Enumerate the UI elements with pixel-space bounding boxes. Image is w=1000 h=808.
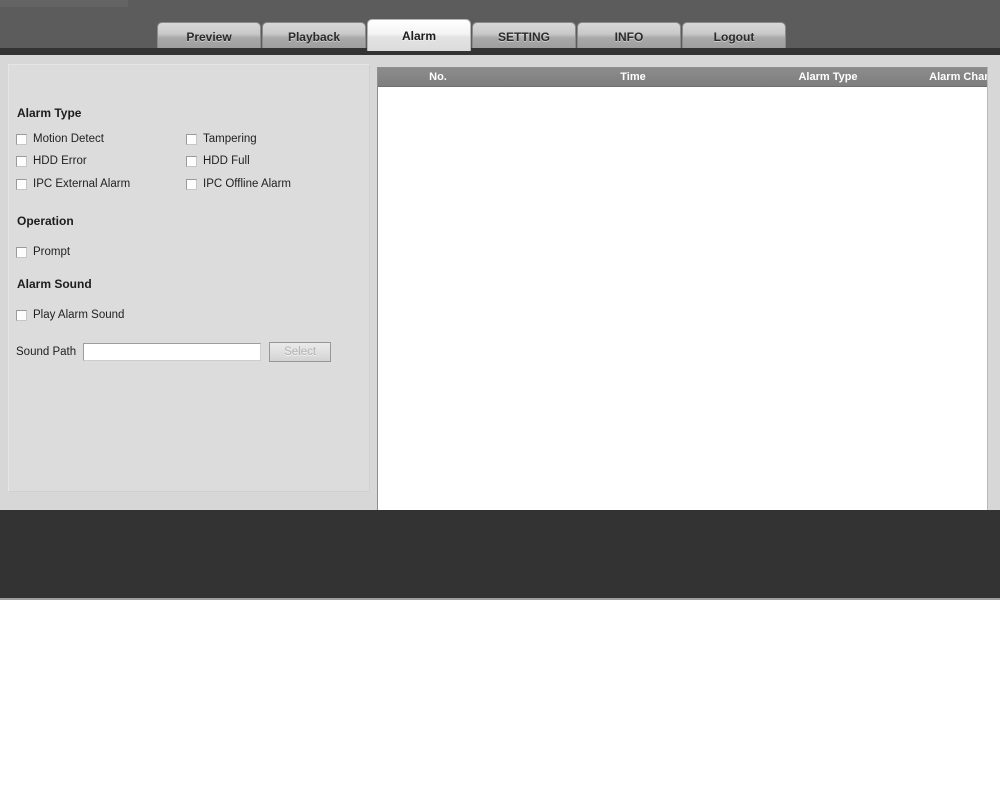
checkbox-label-hdd-full: HDD Full xyxy=(203,155,250,167)
checkbox-label-prompt: Prompt xyxy=(33,246,71,258)
alarm-list-body[interactable] xyxy=(378,87,987,533)
column-header-no: No. xyxy=(429,71,447,83)
tab-alarm-label: Alarm xyxy=(401,28,436,43)
tab-playback[interactable]: Playback xyxy=(262,22,366,50)
section-title-operation: Operation xyxy=(17,214,74,228)
checkbox-label-hdd-error: HDD Error xyxy=(33,155,87,167)
checkbox-tampering[interactable] xyxy=(186,133,197,145)
checkbox-label-ipc-external-alarm: IPC External Alarm xyxy=(33,178,131,190)
tab-preview[interactable]: Preview xyxy=(157,22,261,50)
checkbox-motion-detect[interactable] xyxy=(16,133,27,145)
footer-area xyxy=(0,510,1000,598)
checkbox-hdd-full[interactable] xyxy=(186,155,197,167)
alarm-settings-panel: Alarm Type Motion Detect Tampering HDD E… xyxy=(8,64,370,492)
sound-path-input[interactable] xyxy=(83,343,262,361)
tab-alarm[interactable]: Alarm xyxy=(367,19,471,51)
tab-info-label: INFO xyxy=(614,29,644,44)
column-header-alarm-channel: Alarm Channel xyxy=(929,71,987,83)
column-header-time: Time xyxy=(620,71,646,83)
checkbox-row-hdd-error[interactable]: HDD Error xyxy=(16,155,87,167)
tab-preview-label: Preview xyxy=(186,29,232,44)
checkbox-label-play-alarm-sound: Play Alarm Sound xyxy=(33,309,125,321)
select-sound-path-button-label: Select xyxy=(284,346,317,358)
tab-setting[interactable]: SETTING xyxy=(472,22,576,50)
alarm-list-panel: No. Time Alarm Type Alarm Channel xyxy=(377,67,988,534)
app-root: Preview Playback Alarm SETTING INFO Logo… xyxy=(0,0,1000,808)
section-title-alarm-type: Alarm Type xyxy=(17,106,82,120)
tab-info[interactable]: INFO xyxy=(577,22,681,50)
checkbox-label-motion-detect: Motion Detect xyxy=(33,133,104,145)
main-content: Alarm Type Motion Detect Tampering HDD E… xyxy=(0,55,1000,534)
checkbox-row-play-alarm-sound[interactable]: Play Alarm Sound xyxy=(16,309,124,321)
tab-logout[interactable]: Logout xyxy=(682,22,786,50)
checkbox-row-ipc-offline-alarm[interactable]: IPC Offline Alarm xyxy=(186,178,291,190)
app-header: Preview Playback Alarm SETTING INFO Logo… xyxy=(0,0,1000,55)
checkbox-label-ipc-offline-alarm: IPC Offline Alarm xyxy=(203,178,291,190)
checkbox-row-motion-detect[interactable]: Motion Detect xyxy=(16,133,104,145)
section-title-alarm-sound: Alarm Sound xyxy=(17,277,92,291)
checkbox-row-prompt[interactable]: Prompt xyxy=(16,246,70,258)
select-sound-path-button[interactable]: Select xyxy=(269,342,332,362)
column-header-alarm-type: Alarm Type xyxy=(798,71,858,83)
tab-logout-label: Logout xyxy=(713,29,755,44)
sound-path-row: Sound Path Select xyxy=(16,342,332,362)
checkbox-hdd-error[interactable] xyxy=(16,155,27,167)
alarm-list-header-row: No. Time Alarm Type Alarm Channel xyxy=(378,68,987,87)
checkbox-ipc-offline-alarm[interactable] xyxy=(186,178,197,190)
checkbox-label-tampering: Tampering xyxy=(203,133,257,145)
header-divider xyxy=(0,48,1000,55)
checkbox-prompt[interactable] xyxy=(16,246,27,258)
checkbox-row-hdd-full[interactable]: HDD Full xyxy=(186,155,250,167)
checkbox-ipc-external-alarm[interactable] xyxy=(16,178,27,190)
checkbox-row-tampering[interactable]: Tampering xyxy=(186,133,257,145)
sound-path-label: Sound Path xyxy=(16,346,77,358)
tab-setting-label: SETTING xyxy=(497,29,550,44)
checkbox-row-ipc-external-alarm[interactable]: IPC External Alarm xyxy=(16,178,130,190)
logo-placeholder xyxy=(0,0,128,7)
checkbox-play-alarm-sound[interactable] xyxy=(16,309,27,321)
footer-bottom-edge xyxy=(0,598,1000,600)
tab-playback-label: Playback xyxy=(287,29,341,44)
